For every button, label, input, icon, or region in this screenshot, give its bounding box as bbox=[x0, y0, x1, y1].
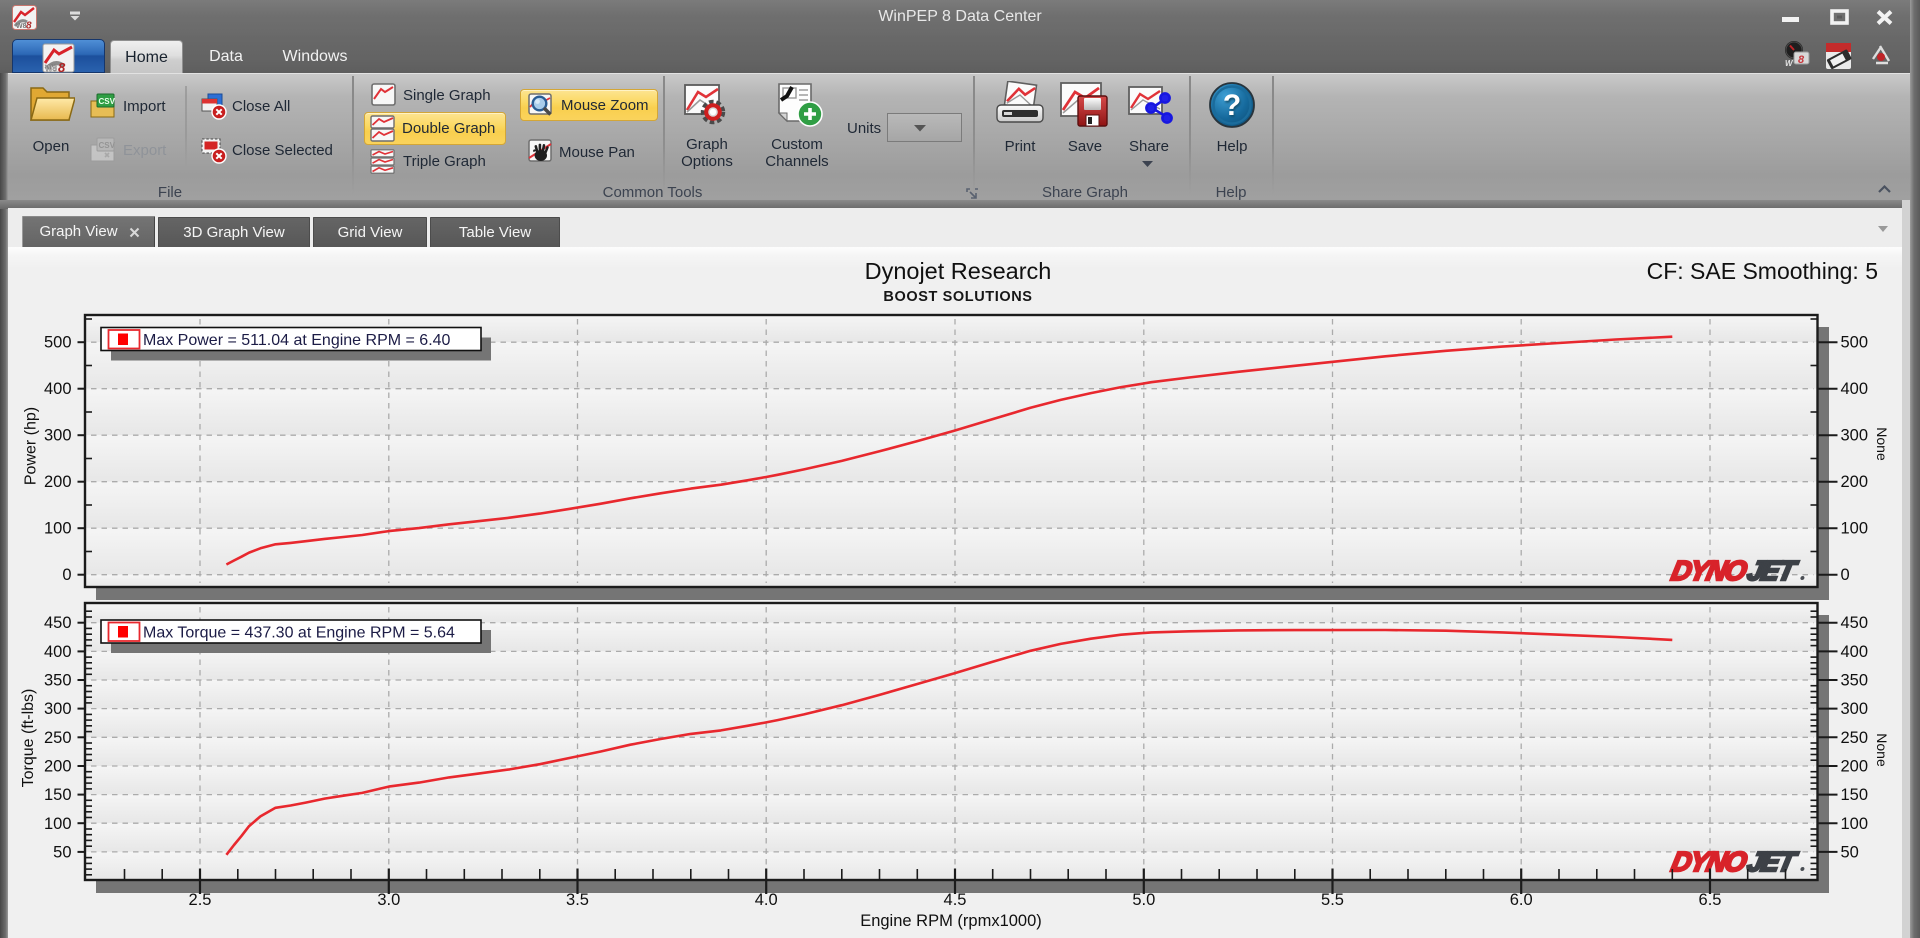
svg-text:350: 350 bbox=[1841, 672, 1869, 690]
svg-text:200: 200 bbox=[1841, 473, 1869, 491]
svg-text:4.5: 4.5 bbox=[944, 891, 967, 909]
svg-text:Power (hp): Power (hp) bbox=[23, 407, 40, 485]
svg-text:Torque (ft-lbs): Torque (ft-lbs) bbox=[20, 689, 37, 788]
svg-text:None: None bbox=[1874, 733, 1890, 767]
svg-text:200: 200 bbox=[44, 758, 72, 776]
svg-text:400: 400 bbox=[44, 643, 72, 661]
svg-text:250: 250 bbox=[44, 729, 72, 747]
svg-text:400: 400 bbox=[1841, 380, 1869, 398]
svg-text:6.5: 6.5 bbox=[1699, 891, 1722, 909]
svg-text:5.0: 5.0 bbox=[1132, 891, 1155, 909]
svg-text:4.0: 4.0 bbox=[755, 891, 778, 909]
svg-text:400: 400 bbox=[1841, 643, 1869, 661]
svg-text:0: 0 bbox=[1841, 566, 1850, 584]
svg-text:250: 250 bbox=[1841, 729, 1869, 747]
svg-text:DYNO: DYNO bbox=[1669, 555, 1751, 586]
svg-text:5.5: 5.5 bbox=[1321, 891, 1344, 909]
svg-text:None: None bbox=[1874, 427, 1890, 461]
svg-text:500: 500 bbox=[1841, 334, 1869, 352]
svg-text:400: 400 bbox=[44, 380, 72, 398]
svg-text:6.0: 6.0 bbox=[1510, 891, 1533, 909]
svg-text:CF: SAE Smoothing: 5: CF: SAE Smoothing: 5 bbox=[1647, 258, 1878, 284]
svg-text:3.5: 3.5 bbox=[566, 891, 589, 909]
svg-text:450: 450 bbox=[1841, 614, 1869, 632]
svg-text:150: 150 bbox=[44, 786, 72, 804]
svg-text:50: 50 bbox=[1841, 843, 1859, 861]
svg-text:150: 150 bbox=[1841, 786, 1869, 804]
svg-text:100: 100 bbox=[44, 520, 72, 538]
svg-text:100: 100 bbox=[1841, 815, 1869, 833]
svg-text:3.0: 3.0 bbox=[377, 891, 400, 909]
svg-text:500: 500 bbox=[44, 334, 72, 352]
svg-text:Max Torque = 437.30 at Engine: Max Torque = 437.30 at Engine RPM = 5.64 bbox=[143, 625, 455, 642]
svg-text:300: 300 bbox=[44, 700, 72, 718]
svg-text:Max Power = 511.04 at Engine R: Max Power = 511.04 at Engine RPM = 6.40 bbox=[143, 332, 451, 349]
svg-text:Engine RPM (rpmx1000): Engine RPM (rpmx1000) bbox=[860, 912, 1042, 930]
svg-text:200: 200 bbox=[44, 473, 72, 491]
svg-text:100: 100 bbox=[44, 815, 72, 833]
svg-text:2.5: 2.5 bbox=[189, 891, 212, 909]
svg-text:200: 200 bbox=[1841, 758, 1869, 776]
svg-text:300: 300 bbox=[1841, 700, 1869, 718]
svg-text:0: 0 bbox=[62, 566, 71, 584]
svg-text:300: 300 bbox=[1841, 427, 1869, 445]
svg-text:BOOST SOLUTIONS: BOOST SOLUTIONS bbox=[883, 289, 1032, 305]
svg-text:Dynojet Research: Dynojet Research bbox=[865, 258, 1052, 284]
svg-text:300: 300 bbox=[44, 427, 72, 445]
svg-text:450: 450 bbox=[44, 614, 72, 632]
svg-text:50: 50 bbox=[53, 843, 71, 861]
svg-text:100: 100 bbox=[1841, 520, 1869, 538]
svg-text:350: 350 bbox=[44, 672, 72, 690]
